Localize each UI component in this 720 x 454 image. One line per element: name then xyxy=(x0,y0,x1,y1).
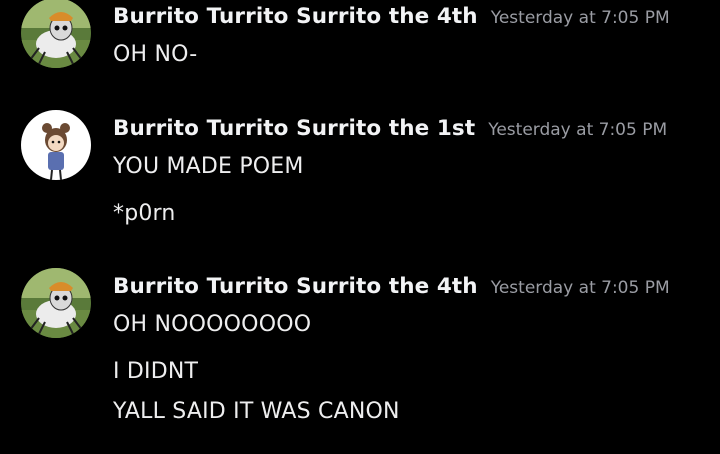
message-text: YOU MADE POEM xyxy=(113,154,304,179)
message-text: I DIDNT xyxy=(113,359,199,384)
timestamp: Yesterday at 7:05 PM xyxy=(490,8,670,28)
spider-creature-avatar-icon[interactable] xyxy=(21,268,91,338)
drawn-girl-avatar-icon[interactable] xyxy=(21,110,91,180)
message-text: OH NO- xyxy=(113,42,198,67)
message-1: Burrito Turrito Surrito the 4th Yesterda… xyxy=(0,0,720,100)
message-text: OH NOOOOOOOO xyxy=(113,312,312,337)
username[interactable]: Burrito Turrito Surrito the 4th xyxy=(113,4,478,29)
username[interactable]: Burrito Turrito Surrito the 4th xyxy=(113,274,478,299)
message-2: Burrito Turrito Surrito the 1st Yesterda… xyxy=(0,100,720,240)
message-3: Burrito Turrito Surrito the 4th Yesterda… xyxy=(0,260,720,454)
message-header: Burrito Turrito Surrito the 4th Yesterda… xyxy=(113,4,670,29)
timestamp: Yesterday at 7:05 PM xyxy=(490,278,670,298)
timestamp: Yesterday at 7:05 PM xyxy=(488,120,668,140)
message-text: *p0rn xyxy=(113,201,176,226)
message-text: YALL SAID IT WAS CANON xyxy=(113,399,400,424)
spider-creature-avatar-icon[interactable] xyxy=(21,0,91,68)
username[interactable]: Burrito Turrito Surrito the 1st xyxy=(113,116,475,141)
message-header: Burrito Turrito Surrito the 4th Yesterda… xyxy=(113,274,670,299)
message-header: Burrito Turrito Surrito the 1st Yesterda… xyxy=(113,116,667,141)
